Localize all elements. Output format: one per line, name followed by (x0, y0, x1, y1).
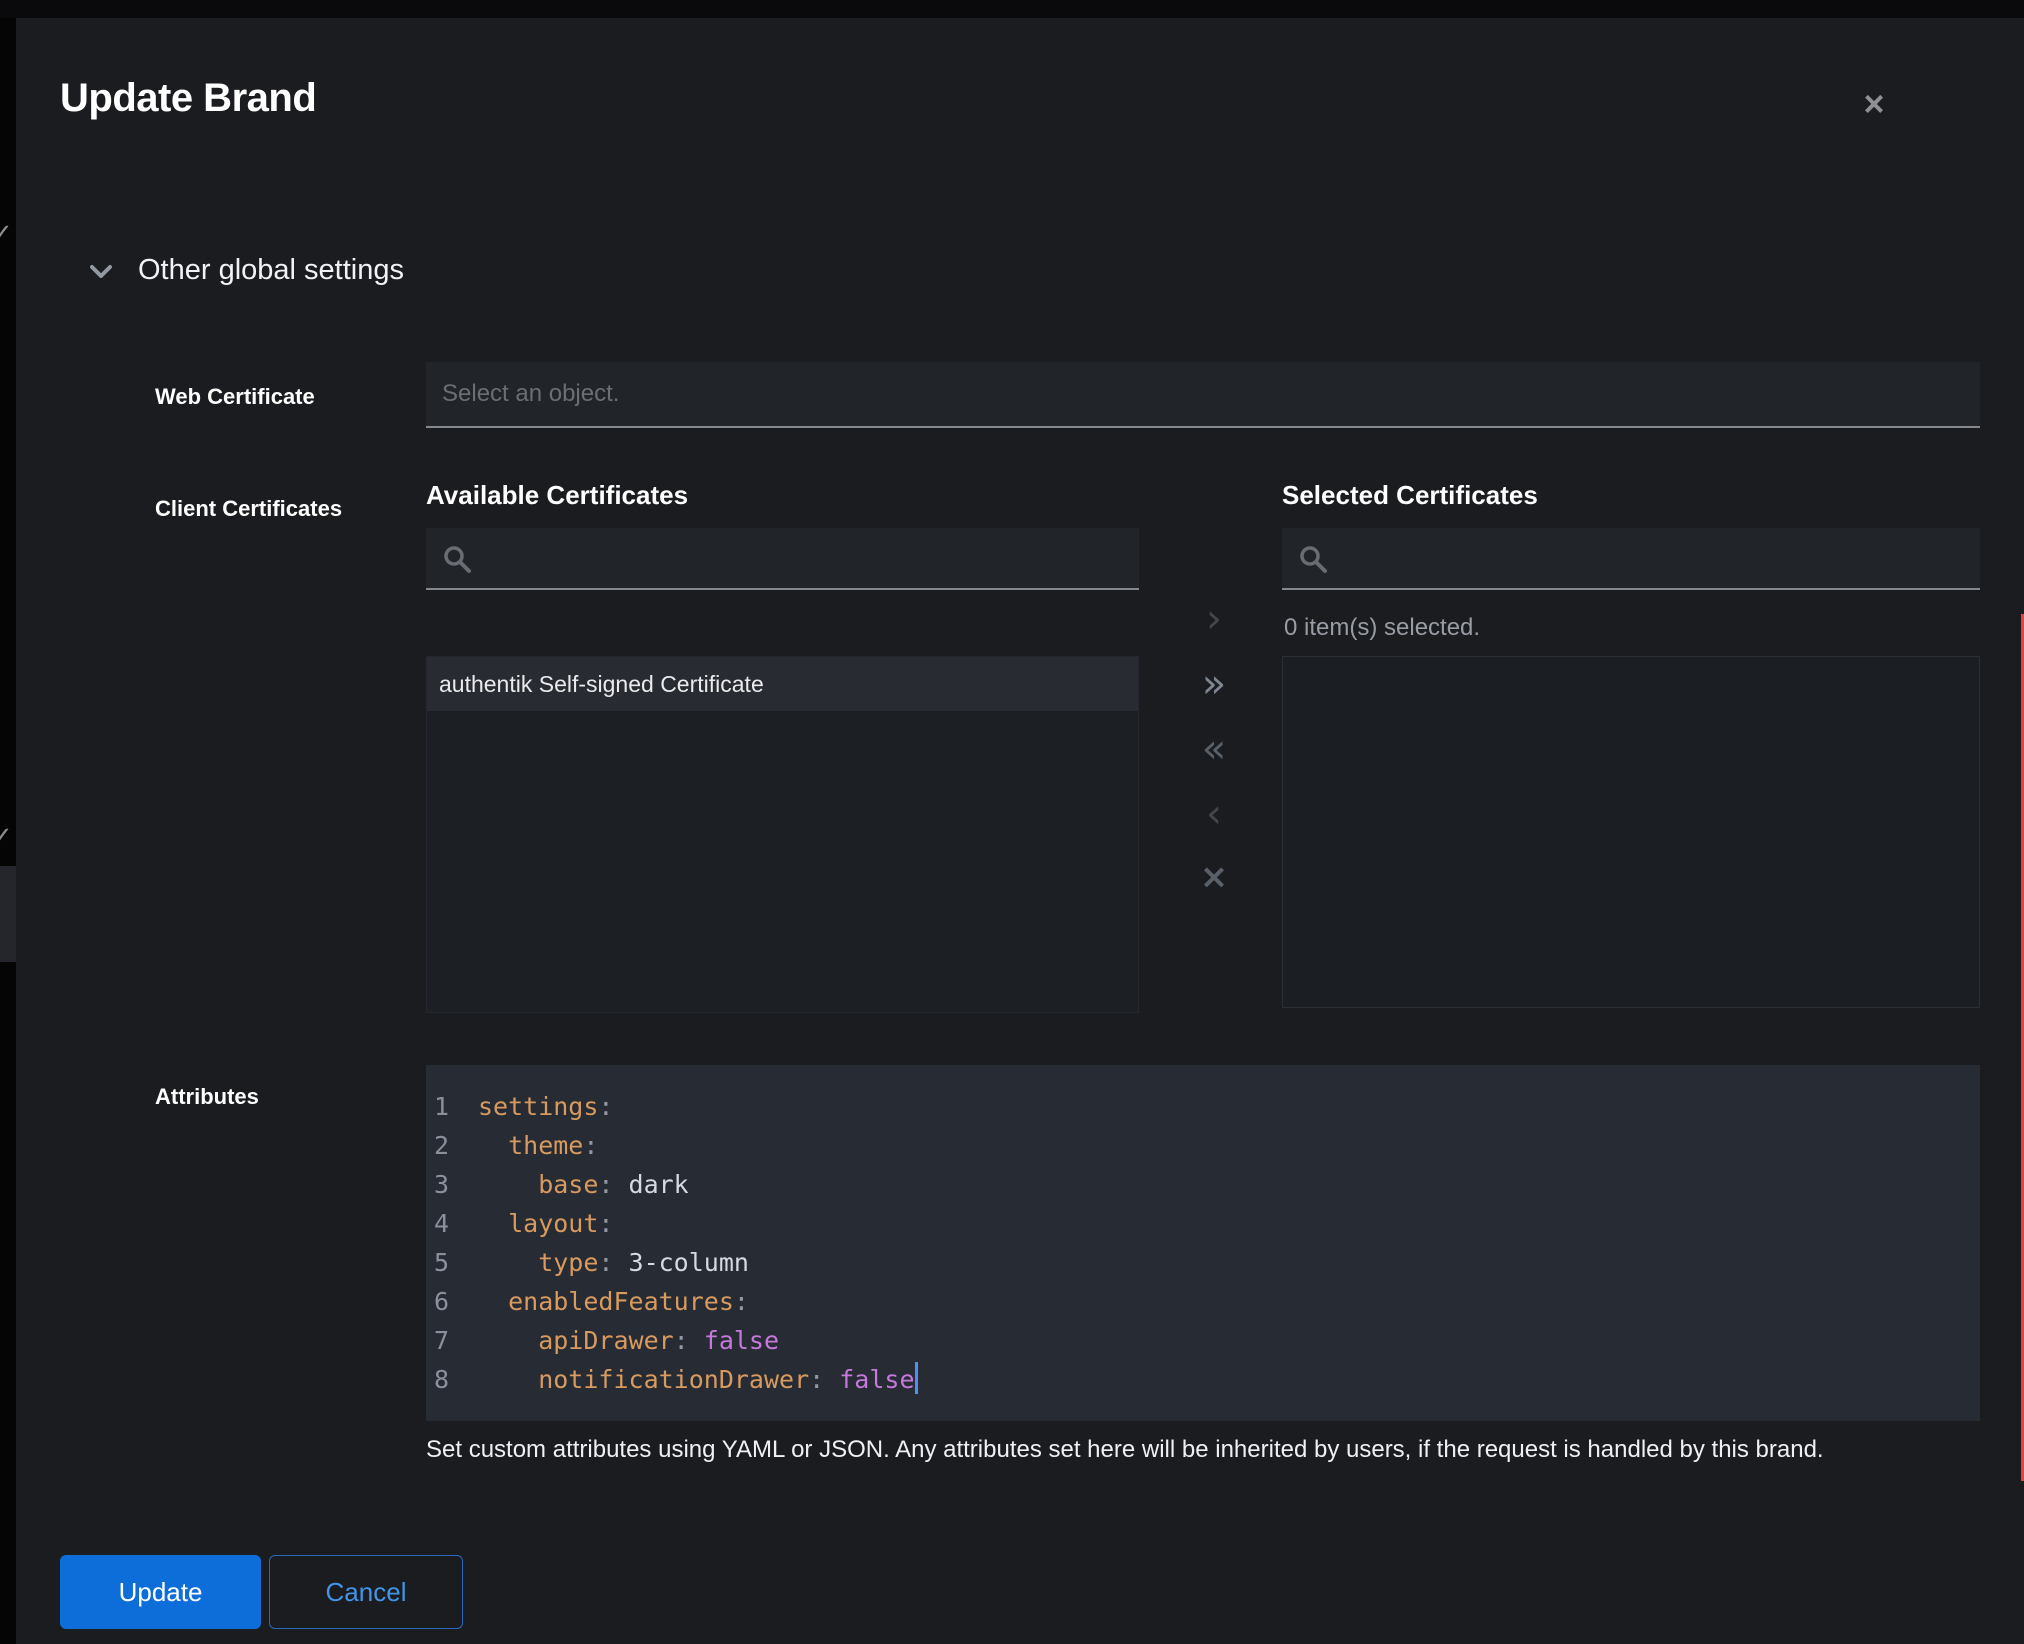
expander-label: Other global settings (138, 254, 404, 287)
cancel-button[interactable]: Cancel (269, 1555, 463, 1629)
available-search-box (426, 528, 1139, 590)
code-line: 6 enabledFeatures: (434, 1282, 1980, 1321)
list-item[interactable]: authentik Self-signed Certificate (427, 657, 1138, 711)
check-icon: ✓ (0, 823, 16, 849)
code-line: 4 layout: (434, 1204, 1980, 1243)
available-certificates-header: Available Certificates (426, 480, 688, 511)
update-brand-modal: Update Brand × Other global settings Web… (16, 18, 2024, 1644)
selected-search-input[interactable] (1340, 528, 1972, 588)
attributes-help-text: Set custom attributes using YAML or JSON… (426, 1436, 1926, 1464)
code-line: 7 apiDrawer: false (434, 1321, 1980, 1360)
add-selected-button[interactable]: › (1184, 593, 1244, 645)
chevron-right-icon: › (0, 582, 16, 608)
selected-search-box (1282, 528, 1980, 590)
available-search-input[interactable] (484, 528, 1131, 588)
code-line: 2 theme: (434, 1126, 1980, 1165)
chevron-right-icon: › (0, 1110, 16, 1136)
chevron-right-icon: › (0, 754, 16, 780)
chevron-right-icon: › (0, 524, 16, 550)
attributes-label: Attributes (155, 1084, 259, 1110)
sidebar-edge-strip: ✓ › › › › › ✓ › (0, 18, 16, 1644)
available-certificates-list: authentik Self-signed Certificate (426, 656, 1139, 1013)
code-line: 8 notificationDrawer: false (434, 1360, 1980, 1399)
attributes-code-editor[interactable]: 1settings:2 theme:3 base: dark4 layout:5… (426, 1065, 1980, 1421)
search-icon (1298, 544, 1328, 574)
close-icon[interactable]: × (1850, 80, 1898, 128)
chevron-right-icon: › (0, 698, 16, 724)
chevron-down-icon (90, 264, 112, 278)
check-icon: ✓ (0, 220, 16, 246)
add-all-button[interactable]: » (1184, 658, 1244, 710)
other-global-settings-expander[interactable]: Other global settings (90, 254, 404, 287)
selected-certificates-header: Selected Certificates (1282, 480, 1538, 511)
client-certificates-label: Client Certificates (155, 496, 342, 522)
remove-selected-button[interactable]: ‹ (1184, 788, 1244, 840)
text-cursor (915, 1362, 918, 1394)
modal-title: Update Brand (60, 76, 316, 121)
sidebar-active-item-edge (0, 866, 16, 962)
remove-all-button[interactable]: « (1184, 723, 1244, 775)
web-certificate-input[interactable] (426, 362, 1980, 428)
web-certificate-label: Web Certificate (155, 384, 315, 410)
selected-count-status: 0 item(s) selected. (1284, 614, 1480, 642)
chevron-right-icon: › (0, 640, 16, 666)
selected-certificates-list (1282, 656, 1980, 1008)
code-line: 5 type: 3-column (434, 1243, 1980, 1282)
app-header-strip (0, 0, 2024, 18)
update-button[interactable]: Update (60, 1555, 261, 1629)
code-line: 1settings: (434, 1087, 1980, 1126)
code-lines: 1settings:2 theme:3 base: dark4 layout:5… (434, 1087, 1980, 1399)
clear-icon[interactable]: × (1184, 851, 1244, 903)
search-icon (442, 544, 472, 574)
code-line: 3 base: dark (434, 1165, 1980, 1204)
